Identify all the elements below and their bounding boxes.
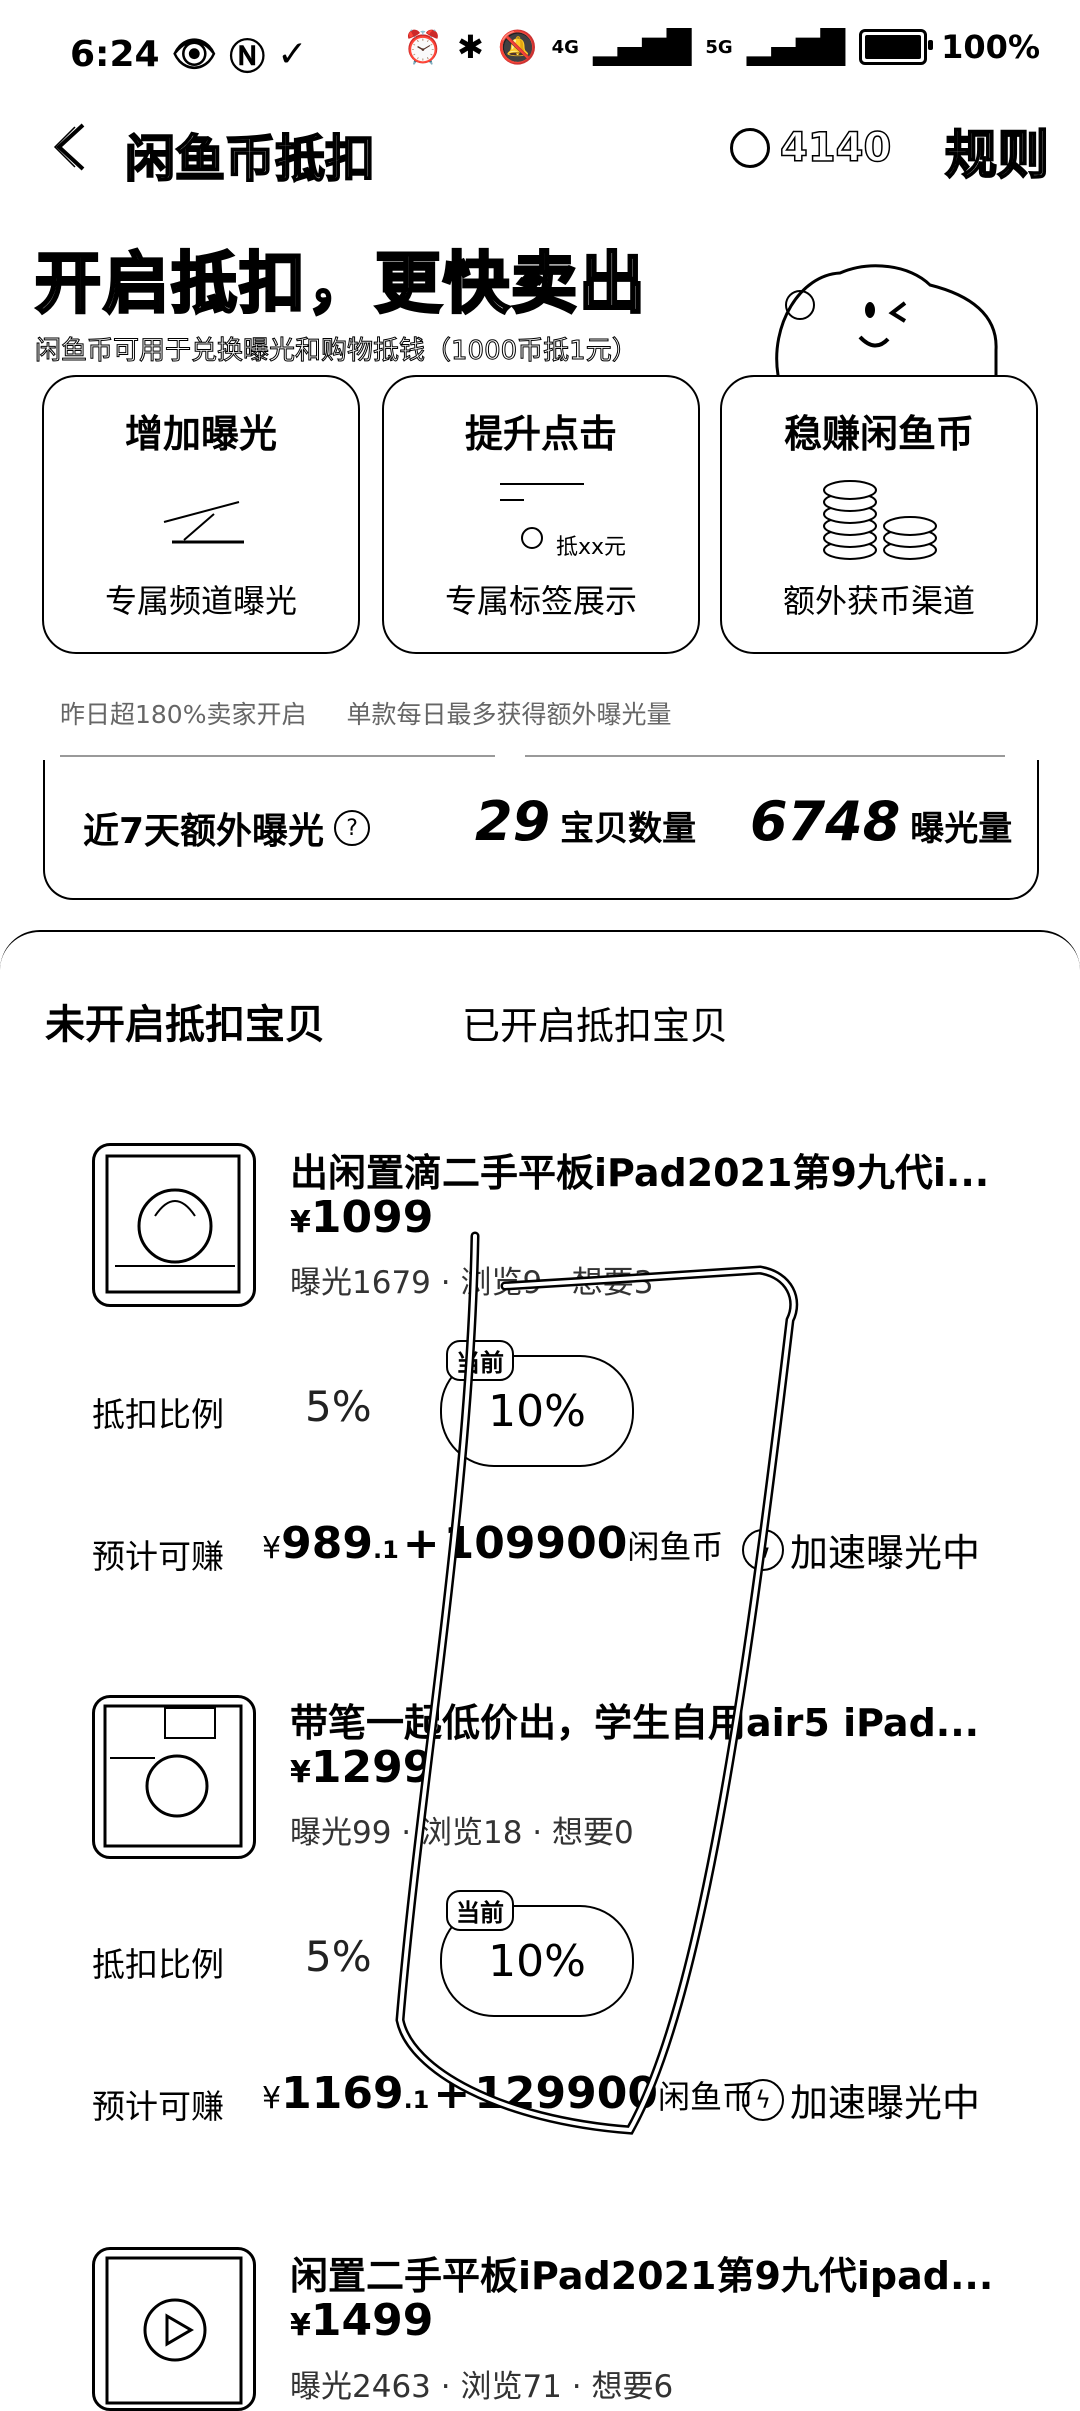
current-tag: 当前 bbox=[446, 1890, 514, 1931]
tab-enabled[interactable]: 已开启抵扣宝贝 bbox=[462, 995, 728, 1050]
nfc-icon: Ⓝ bbox=[229, 37, 266, 78]
signal-4g-icon: 4G bbox=[551, 36, 579, 58]
feature-desc: 专属标签展示 bbox=[444, 582, 637, 620]
promo-banner: 开启抵扣，更快卖出 闲鱼币可用于兑换曝光和购物抵钱（1000币抵1元） bbox=[34, 230, 735, 367]
feature-title: 增加曝光 bbox=[124, 412, 277, 456]
mute-icon: 🔕 bbox=[497, 28, 538, 66]
battery-icon bbox=[859, 29, 934, 65]
back-arrow-icon[interactable] bbox=[45, 117, 105, 177]
signal-bars-icon: ▂▄▆█ bbox=[592, 28, 692, 66]
tips-row: 昨日超180%卖家开启 单款每日最多获得额外曝光量 bbox=[60, 695, 1010, 757]
rules-link[interactable]: 规则 bbox=[944, 113, 1050, 188]
mascot-illustration bbox=[775, 264, 998, 385]
page-title: 闲鱼币抵扣 bbox=[124, 129, 376, 189]
item-thumbnail bbox=[92, 1695, 256, 1859]
nav-header: 闲鱼币抵扣 4140 规则 bbox=[0, 105, 1080, 205]
alarm-icon: ⏰ bbox=[403, 28, 443, 66]
signal-bars-2-icon: ▂▄▆█ bbox=[746, 28, 846, 66]
item-price: ¥1499 bbox=[290, 2295, 434, 2346]
status-bar: 6:24 👁 Ⓝ ✓ ⏰ ✱ 🔕 4G ▂▄▆█ 5G ▂▄▆█ 100% bbox=[0, 0, 1080, 100]
ratio-option-5[interactable]: 5% bbox=[305, 1932, 372, 1981]
feature-desc: 专属频道曝光 bbox=[104, 582, 297, 620]
ratio-option-5[interactable]: 5% bbox=[305, 1382, 372, 1431]
item-count-label: 宝贝数量 bbox=[560, 809, 697, 849]
item-meta: 曝光1679 · 浏览9 · 想要3 bbox=[290, 1265, 654, 1301]
tip-left: 昨日超180%卖家开启 bbox=[60, 700, 307, 729]
item-price: ¥1299 bbox=[290, 1742, 434, 1793]
banner-headline: 开启抵扣，更快卖出 bbox=[34, 244, 647, 324]
item-thumbnail bbox=[92, 1143, 256, 1307]
ratio-label: 抵扣比例 bbox=[92, 1395, 224, 1434]
feature-card-coins: 稳赚闲鱼币 额外获币渠道 bbox=[720, 375, 1038, 654]
divider bbox=[60, 755, 495, 757]
price-tag-illustration bbox=[500, 483, 584, 549]
feature-title: 稳赚闲鱼币 bbox=[783, 412, 974, 456]
battery-percent: 100% bbox=[941, 28, 1040, 66]
coin-balance-value: 4140 bbox=[779, 124, 892, 172]
tablet-photo-icon bbox=[105, 2256, 243, 2405]
exposure-stats: 近7天额外曝光 ? 29 宝贝数量 6748 曝光量 bbox=[43, 760, 1039, 900]
exposure-illustration bbox=[163, 501, 244, 544]
tab-not-enabled[interactable]: 未开启抵扣宝贝 bbox=[45, 992, 325, 1050]
exposure-count-label: 曝光量 bbox=[910, 809, 1013, 849]
feature-card-click: 提升点击 抵xx元 专属标签展示 bbox=[382, 375, 700, 654]
lightning-icon: ϟ bbox=[742, 2078, 784, 2121]
banner-subtitle: 闲鱼币可用于兑换曝光和购物抵钱（1000币抵1元） bbox=[35, 336, 639, 367]
boost-exposure[interactable]: ϟ 加速曝光中 bbox=[742, 1522, 980, 1577]
eye-icon: 👁 bbox=[171, 34, 218, 75]
item-meta: 曝光2463 · 浏览71 · 想要6 bbox=[290, 2369, 674, 2405]
current-tag: 当前 bbox=[446, 1340, 514, 1381]
feature-card-exposure: 增加曝光 专属频道曝光 bbox=[42, 375, 360, 654]
item-title: 闲置二手平板iPad2021第9九代ipad... bbox=[290, 2254, 994, 2298]
tablet-photo-icon bbox=[105, 1154, 241, 1294]
item-title: 出闲置滴二手平板iPad2021第9九代i... bbox=[290, 1151, 990, 1195]
fish-coin-icon bbox=[730, 128, 770, 168]
earn-label: 预计可赚 bbox=[92, 1537, 224, 1576]
status-time: 6:24 bbox=[70, 33, 160, 75]
feature-title: 提升点击 bbox=[464, 412, 617, 456]
tip-right: 单款每日最多获得额外曝光量 bbox=[346, 700, 672, 729]
feature-desc: 额外获币渠道 bbox=[782, 582, 975, 620]
lightning-icon: ϟ bbox=[742, 1528, 784, 1571]
ratio-label: 抵扣比例 bbox=[92, 1945, 224, 1984]
item-title: 带笔一起低价出，学生自用air5 iPad... bbox=[290, 1701, 980, 1745]
vpn-icon: ✓ bbox=[277, 33, 308, 75]
signal-5g-icon: 5G bbox=[705, 36, 733, 58]
earn-label: 预计可赚 bbox=[92, 2087, 224, 2126]
item-count: 29 bbox=[475, 790, 551, 853]
coin-stack-illustration bbox=[823, 480, 937, 560]
stats-label: 近7天额外曝光 bbox=[83, 811, 325, 852]
earn-value: ¥ 1169 .1 + 129900 闲鱼币 bbox=[262, 2068, 754, 2119]
bluetooth-icon: ✱ bbox=[456, 28, 484, 66]
earn-value: ¥ 989 .1 + 109900 闲鱼币 bbox=[262, 1518, 724, 1569]
coin-balance[interactable]: 4140 bbox=[730, 124, 892, 172]
boost-exposure[interactable]: ϟ 加速曝光中 bbox=[742, 2072, 980, 2127]
divider bbox=[525, 755, 1005, 757]
item-thumbnail bbox=[92, 2247, 256, 2411]
item-price: ¥1099 bbox=[290, 1192, 434, 1243]
help-icon[interactable]: ? bbox=[334, 810, 371, 846]
exposure-count: 6748 bbox=[750, 790, 901, 853]
tablet-photo-icon bbox=[103, 1704, 243, 1848]
item-meta: 曝光99 · 浏览18 · 想要0 bbox=[290, 1815, 634, 1851]
discount-tag-sample: 抵xx元 bbox=[556, 535, 627, 560]
